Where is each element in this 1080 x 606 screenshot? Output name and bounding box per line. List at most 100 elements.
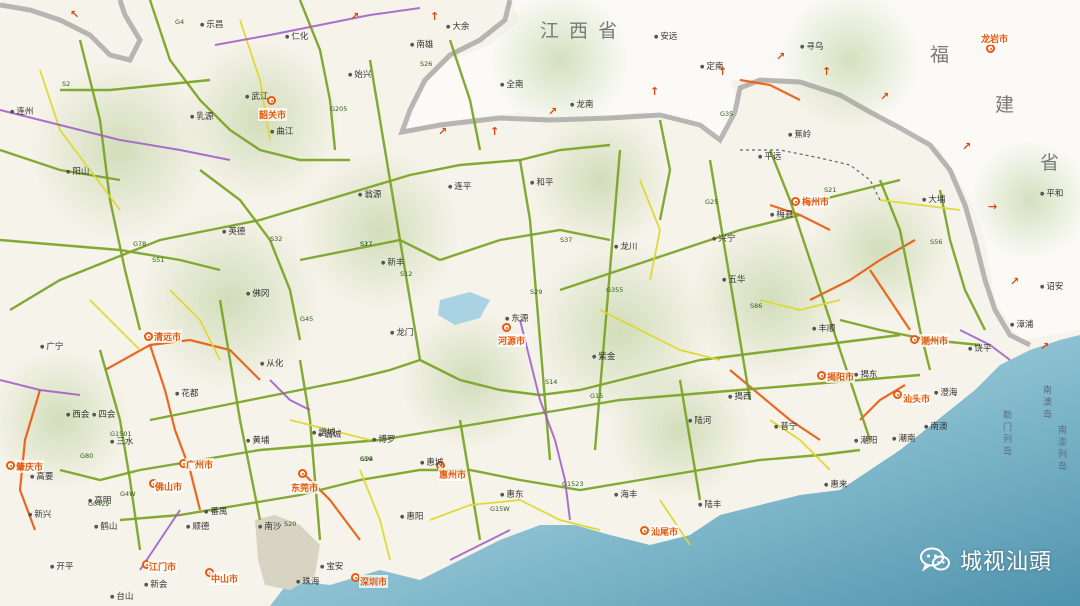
county-label: 平远 xyxy=(758,150,781,162)
road-code: S20 xyxy=(284,520,297,528)
county-label: 南沙 xyxy=(258,520,281,532)
city-label-foshan[interactable]: 佛山市 xyxy=(154,480,184,493)
direction-arrow-icon: ↗ xyxy=(548,105,558,118)
county-label: 台山 xyxy=(110,590,133,602)
road-code: G80 xyxy=(80,452,94,460)
county-label: 惠阳 xyxy=(400,510,423,522)
county-label: 惠城 xyxy=(420,456,443,468)
road-code: G78 xyxy=(133,240,147,248)
county-label: 博罗 xyxy=(372,433,395,445)
road-code: G15 xyxy=(590,392,604,400)
direction-arrow-icon: ↖ xyxy=(70,8,80,21)
county-label: 惠东 xyxy=(500,488,523,500)
city-marker[interactable] xyxy=(986,44,995,53)
city-label-qingyuan[interactable]: 清远市 xyxy=(153,330,183,343)
direction-arrow-icon: ↑ xyxy=(650,85,660,98)
road-code: G0422 xyxy=(88,500,110,508)
county-label: 西会 xyxy=(66,408,89,420)
city-label-meizhou[interactable]: 梅州市 xyxy=(801,195,831,208)
city-label-huizhou[interactable]: 惠州市 xyxy=(438,468,468,481)
direction-arrow-icon: ↗ xyxy=(776,50,786,63)
county-label: 英德 xyxy=(222,225,245,237)
county-label: 蕉岭 xyxy=(788,128,811,140)
county-label: 丰顺 xyxy=(812,322,835,334)
county-label: 和平 xyxy=(530,176,553,188)
city-marker[interactable] xyxy=(298,469,307,478)
road-code: S37 xyxy=(560,236,573,244)
road-code: S86 xyxy=(750,302,763,310)
city-label-jiangmen[interactable]: 江门市 xyxy=(148,560,178,573)
county-label: 全南 xyxy=(500,78,523,90)
city-label-shenzhen[interactable]: 深圳市 xyxy=(359,575,389,588)
city-label-heyuan[interactable]: 河源市 xyxy=(497,334,527,347)
county-label: 开平 xyxy=(50,560,73,572)
county-label: 宝安 xyxy=(320,560,343,572)
road-code: S27 xyxy=(360,240,373,248)
county-label: 广宁 xyxy=(40,340,63,352)
city-label-zhongshan[interactable]: 中山市 xyxy=(210,572,240,585)
city-label-shanwei[interactable]: 汕尾市 xyxy=(650,525,680,538)
county-label: 新兴 xyxy=(28,508,51,520)
county-label: 翁源 xyxy=(358,188,381,200)
county-label: 花都 xyxy=(175,387,198,399)
county-label: 龙川 xyxy=(614,240,637,252)
road-code: G4W xyxy=(120,490,136,498)
county-label: 寻乌 xyxy=(800,40,823,52)
county-label: 平和 xyxy=(1040,187,1063,199)
road-code: S26 xyxy=(420,60,433,68)
road-code: G35 xyxy=(720,110,734,118)
county-label: 陆丰 xyxy=(698,498,721,510)
county-label: 潮南 xyxy=(892,432,915,444)
county-label: 饶平 xyxy=(968,342,991,354)
city-marker[interactable] xyxy=(817,371,826,380)
county-label: 翁城 xyxy=(318,428,341,440)
county-label: 诏安 xyxy=(1040,280,1063,292)
county-label: 龙南 xyxy=(570,98,593,110)
county-label: 龙门 xyxy=(390,326,413,338)
direction-arrow-icon: ↑ xyxy=(822,65,832,78)
road-code: G1523 xyxy=(562,480,584,488)
county-label: 乳源 xyxy=(190,110,213,122)
city-label-shaoguan[interactable]: 韶关市 xyxy=(258,108,288,121)
road-code: G1501 xyxy=(110,430,132,438)
city-label-chaozhou[interactable]: 潮州市 xyxy=(920,334,950,347)
county-label: 连州 xyxy=(10,105,33,117)
map-canvas[interactable]: 江 西 省 福 建 省 韶关市 清远市 河源市 梅州市 潮州市 揭阳市 汕头市 … xyxy=(0,0,1080,606)
road-code: S21 xyxy=(824,186,837,194)
county-label: 南澳 xyxy=(924,420,947,432)
map-base xyxy=(0,0,1080,606)
road-code: G45 xyxy=(300,315,314,323)
road-code: S32 xyxy=(270,235,283,243)
island-label: 南澎列岛 xyxy=(1056,425,1066,473)
city-label-longyan[interactable]: 龙岩市 xyxy=(980,32,1010,45)
road-code: S56 xyxy=(930,238,943,246)
city-marker[interactable] xyxy=(910,335,919,344)
county-label: 大埔 xyxy=(922,193,945,205)
county-label: 澄海 xyxy=(934,386,957,398)
city-label-guangzhou[interactable]: 广州市 xyxy=(185,458,215,471)
city-marker[interactable] xyxy=(791,197,800,206)
city-marker[interactable] xyxy=(6,461,15,470)
county-label: 番禺 xyxy=(204,505,227,517)
city-marker[interactable] xyxy=(144,332,153,341)
road-code: S2 xyxy=(62,80,71,88)
direction-arrow-icon: → xyxy=(988,200,998,213)
city-marker[interactable] xyxy=(893,390,902,399)
province-label-fujian-3: 省 xyxy=(1040,152,1062,174)
road-code: S29 xyxy=(530,288,543,296)
county-label: 梅县 xyxy=(770,208,793,220)
road-code: G4 xyxy=(175,18,185,26)
county-label: 大余 xyxy=(446,20,469,32)
road-code: S51 xyxy=(152,256,165,264)
direction-arrow-icon: ↑ xyxy=(430,10,440,23)
county-label: 鹤山 xyxy=(94,520,117,532)
city-label-shantou[interactable]: 汕头市 xyxy=(902,392,932,405)
county-label: 东源 xyxy=(505,312,528,324)
city-label-dongguan[interactable]: 东莞市 xyxy=(290,481,320,494)
county-label: 四会 xyxy=(92,408,115,420)
city-marker[interactable] xyxy=(640,526,649,535)
wechat-icon xyxy=(919,547,950,573)
city-marker[interactable] xyxy=(502,323,511,332)
county-label: 高要 xyxy=(30,470,53,482)
city-label-jieyang[interactable]: 揭阳市 xyxy=(826,370,856,383)
